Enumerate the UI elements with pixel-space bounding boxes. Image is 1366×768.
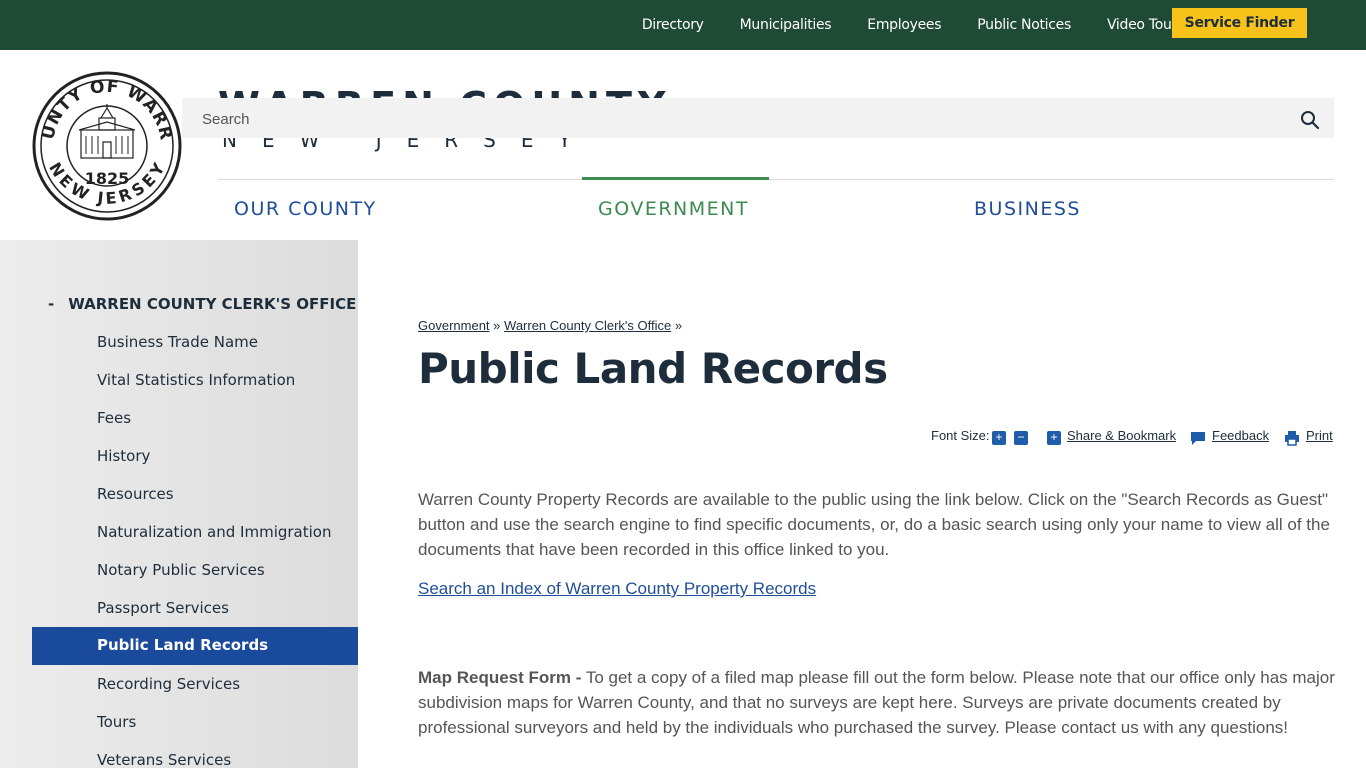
share-plus-icon: + bbox=[1047, 431, 1061, 445]
sidebar-item-naturalization[interactable]: Naturalization and Immigration bbox=[97, 523, 331, 541]
main-nav-our-county[interactable]: OUR COUNTY bbox=[234, 198, 377, 220]
sidebar-item-passport[interactable]: Passport Services bbox=[97, 599, 229, 617]
page-title: Public Land Records bbox=[418, 344, 888, 393]
share-bookmark-link[interactable]: Share & Bookmark bbox=[1067, 428, 1176, 443]
sidebar-item-public-land-records[interactable]: Public Land Records bbox=[32, 627, 358, 665]
font-size-label: Font Size: bbox=[931, 428, 990, 443]
sidebar-item-label: Public Land Records bbox=[97, 636, 269, 654]
print-link[interactable]: Print bbox=[1306, 428, 1333, 443]
county-seal-logo[interactable]: COUNTY OF WARREN NEW JERSEY 1825 bbox=[31, 70, 183, 222]
feedback-icon bbox=[1191, 432, 1205, 445]
sidebar-item-fees[interactable]: Fees bbox=[97, 409, 131, 427]
utility-link-directory[interactable]: Directory bbox=[642, 17, 704, 33]
collapse-dash-icon[interactable]: - bbox=[48, 295, 54, 313]
breadcrumb: Government » Warren County Clerk's Offic… bbox=[418, 318, 682, 333]
sidebar-item-history[interactable]: History bbox=[97, 447, 150, 465]
search-icon[interactable] bbox=[1300, 110, 1320, 130]
seal-year: 1825 bbox=[85, 169, 130, 188]
sidebar-item-notary-public[interactable]: Notary Public Services bbox=[97, 561, 265, 579]
sidebar-heading-label: WARREN COUNTY CLERK'S OFFICE bbox=[68, 295, 357, 313]
main-nav-government[interactable]: GOVERNMENT bbox=[598, 198, 749, 220]
sidebar-heading[interactable]: - WARREN COUNTY CLERK'S OFFICE bbox=[48, 295, 356, 313]
utility-nav: Directory Municipalities Employees Publi… bbox=[642, 0, 1184, 50]
search-bar bbox=[182, 98, 1334, 138]
sidebar-item-vital-statistics[interactable]: Vital Statistics Information bbox=[97, 371, 295, 389]
search-input[interactable] bbox=[202, 108, 1262, 130]
intro-paragraph: Warren County Property Records are avail… bbox=[418, 490, 1330, 559]
font-decrease-button[interactable]: − bbox=[1014, 431, 1028, 445]
sidebar-item-resources[interactable]: Resources bbox=[97, 485, 174, 503]
utility-link-employees[interactable]: Employees bbox=[867, 17, 941, 33]
feedback-link[interactable]: Feedback bbox=[1212, 428, 1269, 443]
main-nav-divider bbox=[218, 179, 1334, 180]
breadcrumb-government[interactable]: Government bbox=[418, 318, 490, 333]
breadcrumb-separator: » bbox=[493, 318, 501, 333]
sidebar: - WARREN COUNTY CLERK'S OFFICE Business T… bbox=[0, 240, 358, 768]
service-finder-button[interactable]: Service Finder bbox=[1172, 8, 1307, 38]
utility-link-public-notices[interactable]: Public Notices bbox=[977, 17, 1071, 33]
breadcrumb-separator: » bbox=[674, 318, 683, 333]
property-records-link[interactable]: Search an Index of Warren County Propert… bbox=[418, 579, 816, 599]
map-request-paragraph: Map Request Form - To get a copy of a fi… bbox=[418, 665, 1336, 740]
sidebar-item-tours[interactable]: Tours bbox=[97, 713, 136, 731]
breadcrumb-clerks-office[interactable]: Warren County Clerk's Office bbox=[504, 318, 671, 333]
main-nav-active-indicator bbox=[582, 177, 769, 180]
font-increase-button[interactable]: + bbox=[992, 431, 1006, 445]
utility-link-municipalities[interactable]: Municipalities bbox=[740, 17, 832, 33]
print-icon bbox=[1285, 431, 1299, 446]
sidebar-item-recording-services[interactable]: Recording Services bbox=[97, 675, 240, 693]
sidebar-item-business-trade-name[interactable]: Business Trade Name bbox=[97, 333, 258, 351]
sidebar-item-veterans-services[interactable]: Veterans Services bbox=[97, 751, 231, 768]
utility-bar: Directory Municipalities Employees Publi… bbox=[0, 0, 1366, 50]
map-request-lead: Map Request Form - bbox=[418, 668, 582, 687]
main-nav-business[interactable]: BUSINESS bbox=[974, 198, 1081, 220]
